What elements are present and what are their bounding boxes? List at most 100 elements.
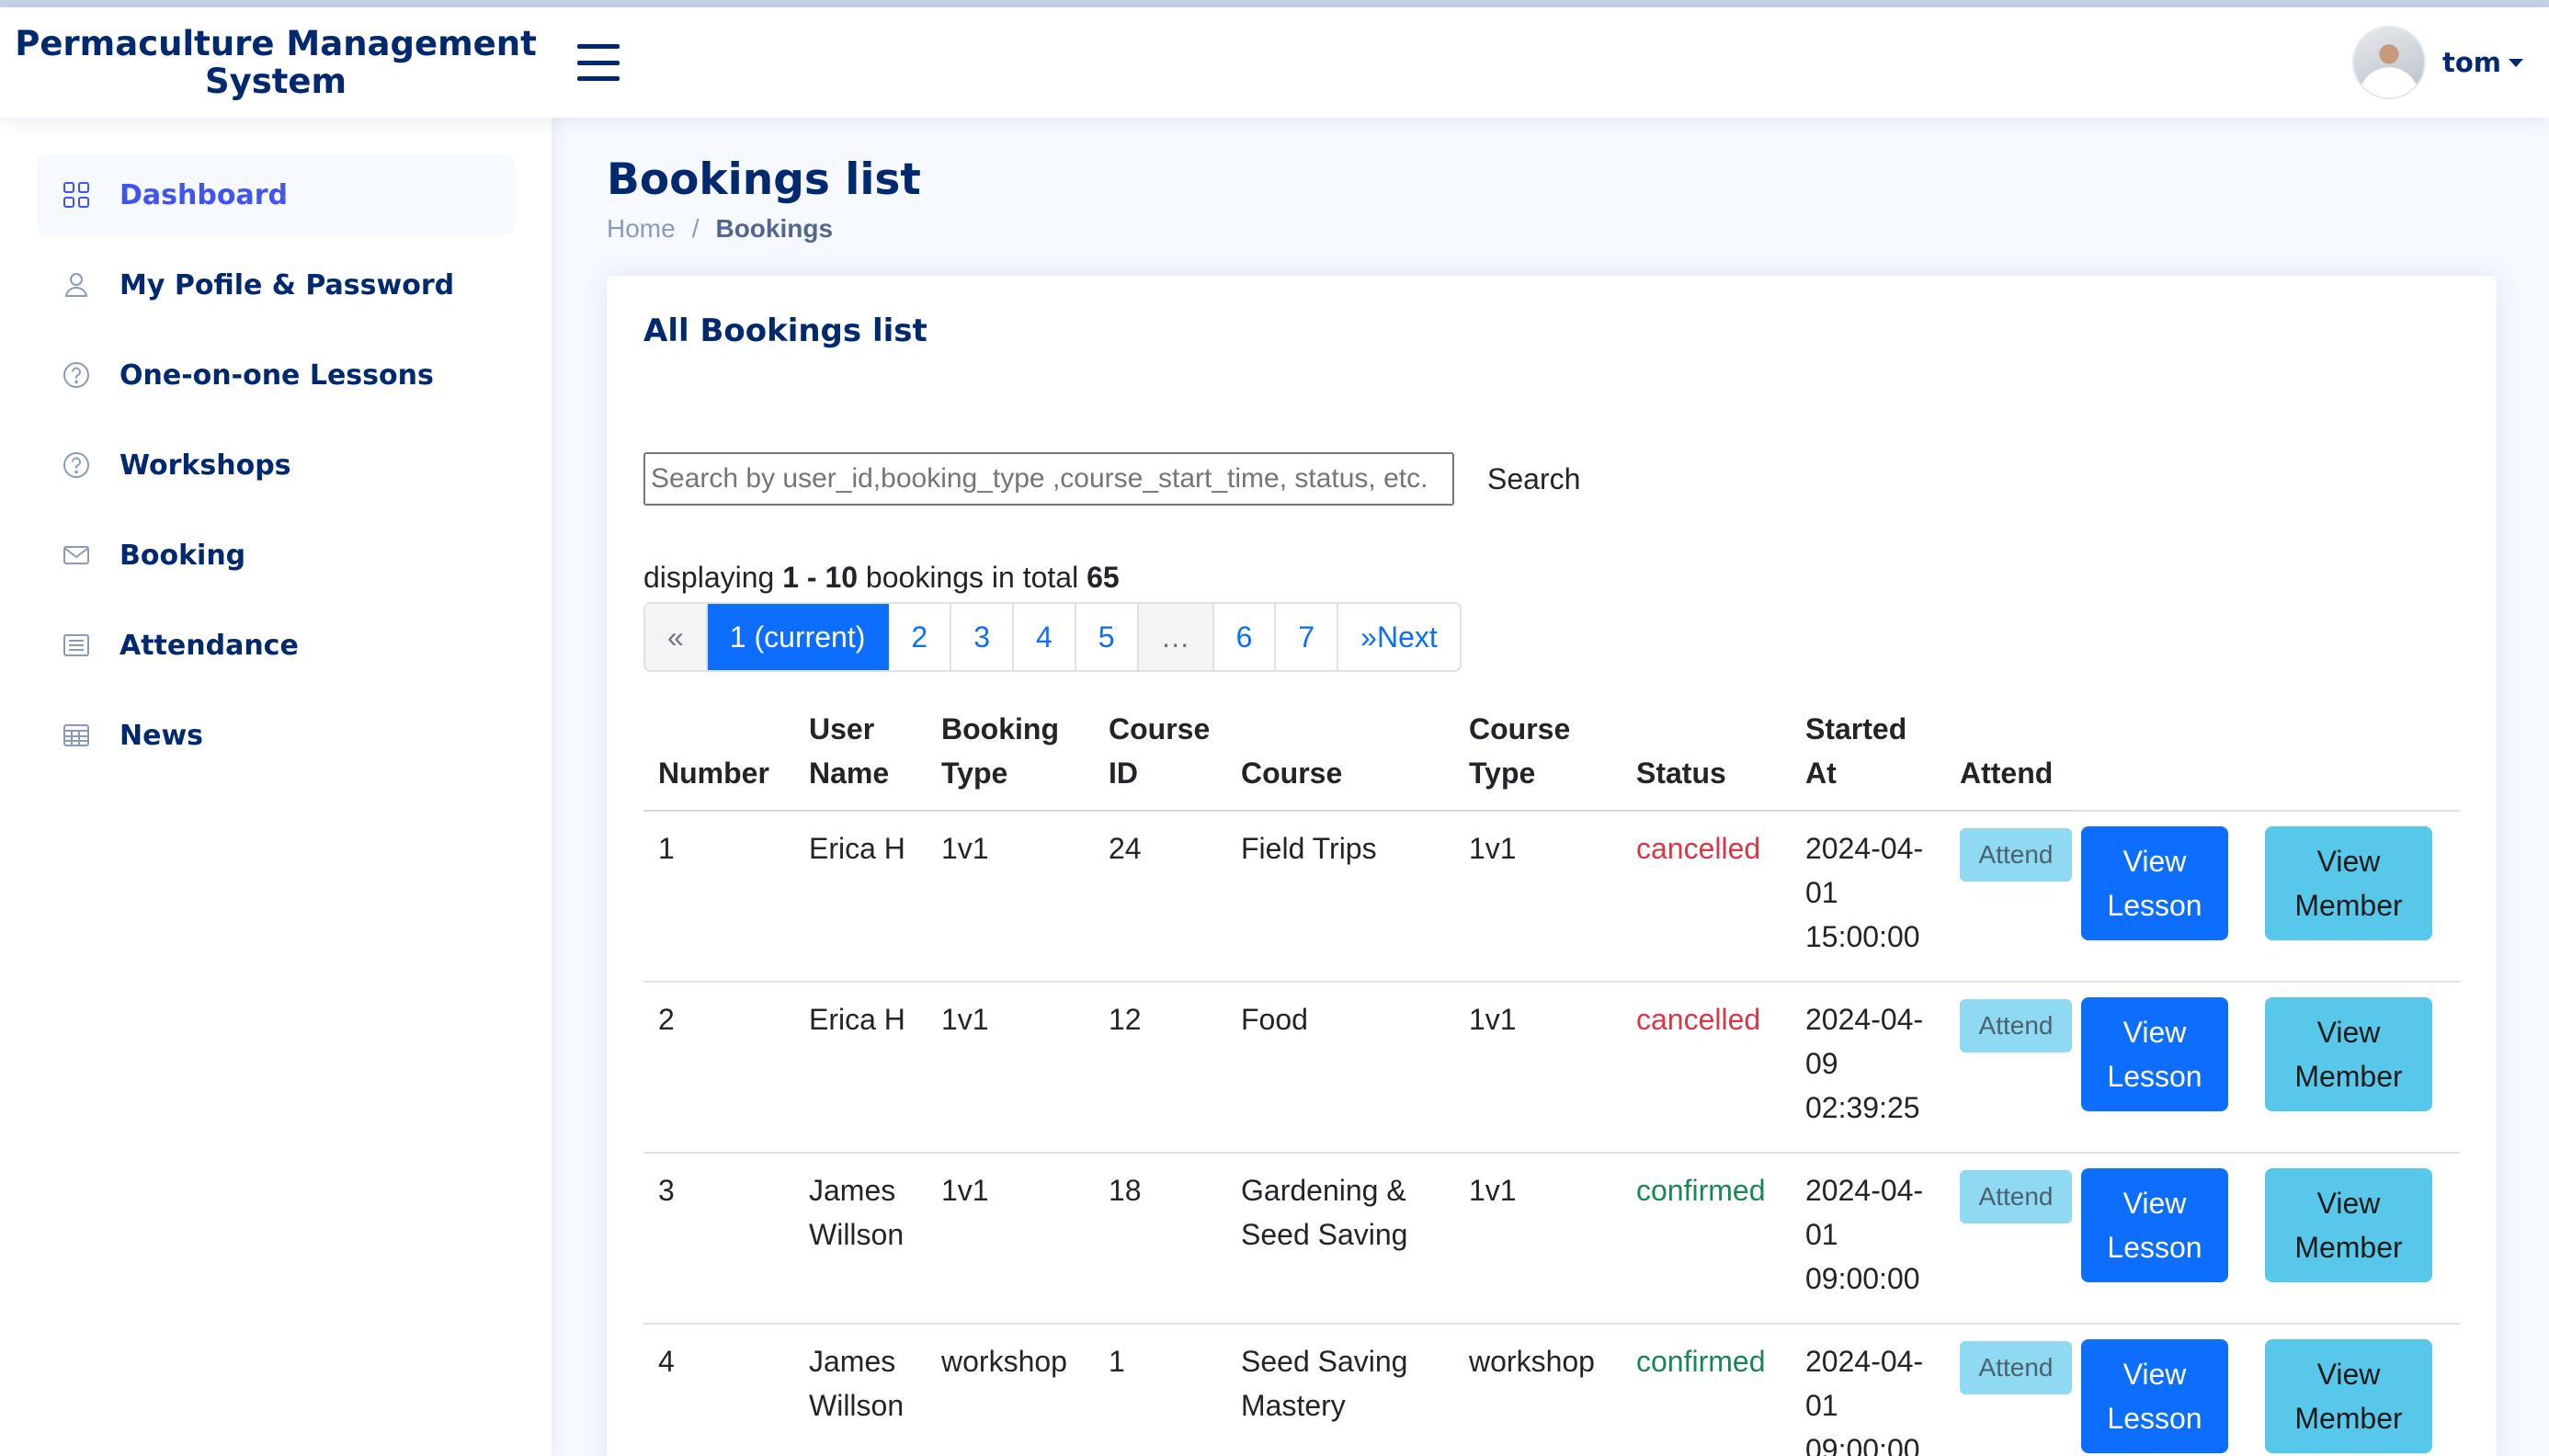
cell-number: 4 <box>643 1324 794 1456</box>
view-member-button[interactable]: View Member <box>2265 826 2432 940</box>
sidebar-item-workshops[interactable]: Workshops <box>37 425 515 506</box>
caret-down-icon <box>2509 58 2523 67</box>
page-6[interactable]: 6 <box>1213 604 1277 670</box>
cell-attend: Attend <box>1945 1153 2074 1325</box>
sidebar-item-label: Dashboard <box>119 178 288 211</box>
breadcrumb-current: Bookings <box>715 214 834 243</box>
question-circle-icon <box>61 359 92 391</box>
page-5[interactable]: 5 <box>1075 604 1139 670</box>
page-7[interactable]: 7 <box>1276 604 1339 670</box>
cell-course: Field Trips <box>1226 811 1454 983</box>
attend-button[interactable]: Attend <box>1960 999 2072 1052</box>
window-top-border <box>0 0 2549 7</box>
list-icon <box>61 630 92 661</box>
search-form: Search <box>643 452 2460 506</box>
search-button[interactable]: Search <box>1487 462 1580 496</box>
cell-course-type: workshop <box>1454 1324 1622 1456</box>
cell-view-lesson: View Lesson <box>2074 982 2248 1154</box>
cell-booking-type: workshop <box>927 1324 1094 1456</box>
brand-line-2: System <box>204 62 347 101</box>
username: tom <box>2441 47 2501 78</box>
cell-number: 2 <box>643 982 794 1154</box>
sidebar-item-label: Workshops <box>119 449 291 482</box>
sidebar-item-label: News <box>119 719 204 752</box>
calendar-grid-icon <box>61 720 92 751</box>
attend-button[interactable]: Attend <box>1960 1170 2072 1223</box>
main-content: Bookings list Home / Bookings All Bookin… <box>607 118 2497 1456</box>
sidebar-item-label: Attendance <box>119 629 299 662</box>
sidebar-item-label: My Pofile & Password <box>119 268 455 301</box>
view-lesson-button[interactable]: View Lesson <box>2081 997 2228 1111</box>
cell-course-type: 1v1 <box>1454 982 1622 1154</box>
search-input[interactable] <box>643 452 1454 506</box>
view-lesson-button[interactable]: View Lesson <box>2081 1339 2228 1453</box>
table-row: 4 James Willson workshop 1 Seed Saving M… <box>643 1324 2460 1456</box>
cell-number: 3 <box>643 1153 794 1325</box>
col-course-id: Course ID <box>1094 707 1226 812</box>
page-next[interactable]: »Next <box>1338 604 1460 670</box>
col-course: Course <box>1226 707 1454 812</box>
cell-course-type: 1v1 <box>1454 811 1622 983</box>
cell-started-at: 2024-04-01 09:00:00 <box>1791 1153 1945 1325</box>
view-member-button[interactable]: View Member <box>2265 997 2432 1111</box>
sidebar-item-one-on-one-lessons[interactable]: One-on-one Lessons <box>37 335 515 415</box>
sidebar-item-attendance[interactable]: Attendance <box>37 605 515 686</box>
table-header-row: Number User Name Booking Type Course ID … <box>643 707 2460 812</box>
sidebar: Dashboard My Pofile & Password One-on-on… <box>0 118 552 1456</box>
cell-status: confirmed <box>1622 1153 1791 1325</box>
breadcrumb: Home / Bookings <box>607 214 2497 244</box>
card-title: All Bookings list <box>643 313 927 349</box>
cell-view-lesson: View Lesson <box>2074 811 2248 983</box>
sidebar-item-label: One-on-one Lessons <box>119 358 434 392</box>
cell-booking-type: 1v1 <box>927 982 1094 1154</box>
cell-course-id: 1 <box>1094 1324 1226 1456</box>
results-summary: displaying 1 - 10 bookings in total 65 <box>643 561 2460 595</box>
page-ellipsis: … <box>1138 604 1214 670</box>
cell-course-id: 12 <box>1094 982 1226 1154</box>
view-lesson-button[interactable]: View Lesson <box>2081 1168 2228 1282</box>
cell-attend: Attend <box>1945 982 2074 1154</box>
cell-status: cancelled <box>1622 982 1791 1154</box>
cell-course: Food <box>1226 982 1454 1154</box>
sidebar-item-profile[interactable]: My Pofile & Password <box>37 245 515 325</box>
page-1[interactable]: 1 (current) <box>707 604 890 670</box>
page-2[interactable]: 2 <box>889 604 952 670</box>
person-icon <box>61 269 92 301</box>
col-view-member <box>2248 707 2460 812</box>
profile-dropdown[interactable]: tom <box>2351 26 2523 99</box>
question-circle-icon <box>61 449 92 481</box>
cell-started-at: 2024-04-09 02:39:25 <box>1791 982 1945 1154</box>
breadcrumb-separator: / <box>691 214 700 243</box>
cell-view-lesson: View Lesson <box>2074 1153 2248 1325</box>
top-header: Permaculture Management System tom <box>0 7 2549 118</box>
cell-status: cancelled <box>1622 811 1791 983</box>
view-member-button[interactable]: View Member <box>2265 1168 2432 1282</box>
cell-status: confirmed <box>1622 1324 1791 1456</box>
bookings-table: Number User Name Booking Type Course ID … <box>643 707 2460 1456</box>
app-logo[interactable]: Permaculture Management System <box>0 25 552 100</box>
page-title: Bookings list <box>607 154 921 205</box>
page-prev: « <box>645 604 708 670</box>
breadcrumb-home[interactable]: Home <box>607 214 676 244</box>
page-4[interactable]: 4 <box>1013 604 1076 670</box>
hamburger-menu-icon[interactable] <box>577 44 620 81</box>
avatar <box>2351 26 2426 99</box>
cell-course: Gardening & Seed Saving <box>1226 1153 1454 1325</box>
cell-view-member: View Member <box>2248 811 2460 983</box>
page-3[interactable]: 3 <box>951 604 1014 670</box>
summary-total: 65 <box>1087 561 1120 594</box>
bookings-card: All Bookings list Search displaying 1 - … <box>607 276 2497 1456</box>
col-booking-type: Booking Type <box>927 707 1094 812</box>
sidebar-item-dashboard[interactable]: Dashboard <box>37 154 515 235</box>
view-member-button[interactable]: View Member <box>2265 1339 2432 1453</box>
cell-attend: Attend <box>1945 1324 2074 1456</box>
view-lesson-button[interactable]: View Lesson <box>2081 826 2228 940</box>
sidebar-item-booking[interactable]: Booking <box>37 515 515 596</box>
table-row: 1 Erica H 1v1 24 Field Trips 1v1 cancell… <box>643 811 2460 983</box>
attend-button[interactable]: Attend <box>1960 1341 2072 1394</box>
sidebar-item-news[interactable]: News <box>37 695 515 776</box>
cell-course-id: 24 <box>1094 811 1226 983</box>
cell-attend: Attend <box>1945 811 2074 983</box>
attend-button[interactable]: Attend <box>1960 828 2072 882</box>
col-user-name: User Name <box>794 707 927 812</box>
